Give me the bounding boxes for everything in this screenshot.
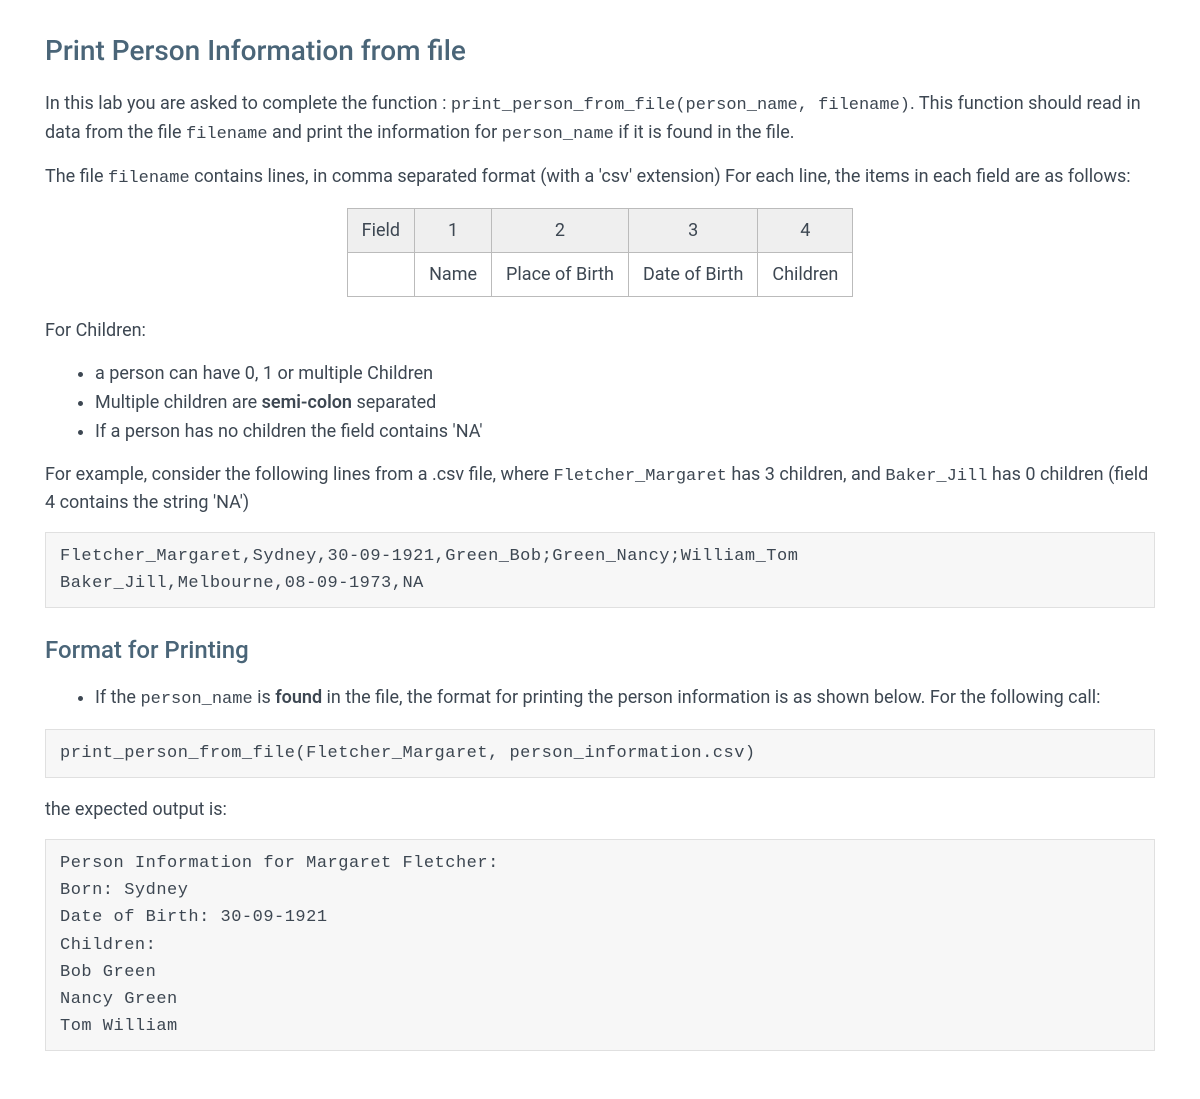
intro-paragraph-1: In this lab you are asked to complete th… [45, 90, 1155, 147]
filename-code: filename [186, 125, 268, 144]
function-signature: print_person_from_file(person_name, file… [451, 96, 910, 115]
table-row: Name Place of Birth Date of Birth Childr… [347, 252, 853, 296]
text: has 3 children, and [727, 464, 886, 485]
table-cell: 4 [758, 208, 853, 252]
person-name-code: person_name [502, 125, 614, 144]
expected-output-block: Person Information for Margaret Fletcher… [45, 839, 1155, 1051]
emphasis: semi-colon [262, 392, 352, 413]
text: In this lab you are asked to complete th… [45, 93, 451, 114]
text: contains lines, in comma separated forma… [190, 166, 1131, 187]
page-title: Print Person Information from file [45, 30, 1155, 72]
field-table: Field 1 2 3 4 Name Place of Birth Date o… [347, 208, 854, 297]
table-cell [347, 252, 414, 296]
emphasis: found [275, 687, 322, 708]
list-item: Multiple children are semi-colon separat… [95, 389, 1155, 416]
person-name-code: person_name [140, 690, 252, 709]
table-cell: 3 [628, 208, 757, 252]
table-cell: Field [347, 208, 414, 252]
intro-paragraph-2: The file filename contains lines, in com… [45, 163, 1155, 192]
list-item: If a person has no children the field co… [95, 418, 1155, 445]
person-example-2: Baker_Jill [885, 467, 987, 486]
table-cell: 2 [492, 208, 629, 252]
text: The file [45, 166, 108, 187]
list-item: If the person_name is found in the file,… [95, 684, 1155, 713]
section-title-format: Format for Printing [45, 632, 1155, 668]
children-label: For Children: [45, 317, 1155, 344]
expected-output-label: the expected output is: [45, 796, 1155, 823]
text: is [253, 687, 276, 708]
function-call-block: print_person_from_file(Fletcher_Margaret… [45, 729, 1155, 778]
text: in the file, the format for printing the… [322, 687, 1100, 708]
text: separated [352, 392, 436, 413]
text: For example, consider the following line… [45, 464, 553, 485]
csv-example-block: Fletcher_Margaret,Sydney,30-09-1921,Gree… [45, 532, 1155, 608]
children-rules-list: a person can have 0, 1 or multiple Child… [45, 360, 1155, 445]
table-cell: Children [758, 252, 853, 296]
example-intro: For example, consider the following line… [45, 461, 1155, 517]
text: if it is found in the file. [614, 122, 795, 143]
table-cell: 1 [415, 208, 492, 252]
list-item: a person can have 0, 1 or multiple Child… [95, 360, 1155, 387]
table-cell: Name [415, 252, 492, 296]
table-cell: Date of Birth [628, 252, 757, 296]
text: Multiple children are [95, 392, 262, 413]
table-cell: Place of Birth [492, 252, 629, 296]
person-example-1: Fletcher_Margaret [553, 467, 726, 486]
text: and print the information for [268, 122, 502, 143]
filename-code: filename [108, 169, 190, 188]
text: If the [95, 687, 140, 708]
table-row: Field 1 2 3 4 [347, 208, 853, 252]
format-rules-list: If the person_name is found in the file,… [45, 684, 1155, 713]
